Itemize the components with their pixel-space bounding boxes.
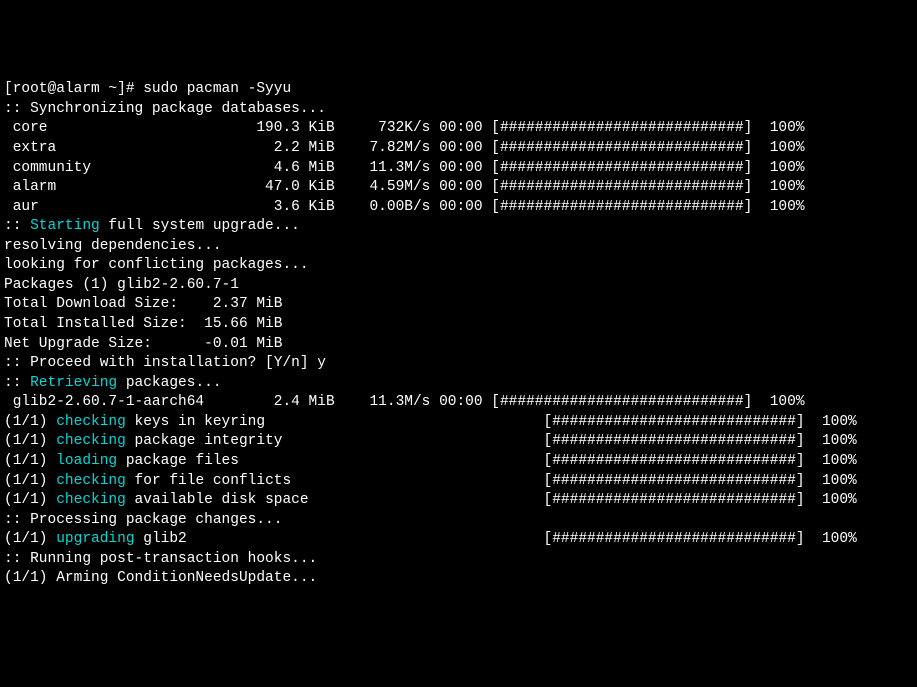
terminal-output[interactable]: [root@alarm ~]# sudo pacman -Syyu:: Sync… <box>4 80 913 589</box>
totals-line: Net Upgrade Size: -0.01 MiB <box>4 335 913 355</box>
shell-prompt: [root@alarm ~]# sudo pacman -Syyu <box>4 80 913 100</box>
hooks: :: Running post-transaction hooks... <box>4 550 913 570</box>
processing: :: Processing package changes... <box>4 511 913 531</box>
packages-line: Packages (1) glib2-2.60.7-1 <box>4 276 913 296</box>
step-row: (1/1) checking package integrity [######… <box>4 432 913 452</box>
arming: (1/1) Arming ConditionNeedsUpdate... <box>4 569 913 589</box>
step-row: (1/1) checking keys in keyring [########… <box>4 413 913 433</box>
starting-upgrade: :: Starting full system upgrade... <box>4 217 913 237</box>
looking: looking for conflicting packages... <box>4 256 913 276</box>
repo-row: core 190.3 KiB 732K/s 00:00 [###########… <box>4 119 913 139</box>
step-row: (1/1) checking available disk space [###… <box>4 491 913 511</box>
step-row: (1/1) checking for file conflicts [#####… <box>4 472 913 492</box>
repo-row: community 4.6 MiB 11.3M/s 00:00 [#######… <box>4 159 913 179</box>
totals-line: Total Download Size: 2.37 MiB <box>4 295 913 315</box>
resolving: resolving dependencies... <box>4 237 913 257</box>
upgrade-row: (1/1) upgrading glib2 [#################… <box>4 530 913 550</box>
step-row: (1/1) loading package files [###########… <box>4 452 913 472</box>
download-row: glib2-2.60.7-1-aarch64 2.4 MiB 11.3M/s 0… <box>4 393 913 413</box>
repo-row: alarm 47.0 KiB 4.59M/s 00:00 [##########… <box>4 178 913 198</box>
totals-line: Total Installed Size: 15.66 MiB <box>4 315 913 335</box>
proceed-prompt: :: Proceed with installation? [Y/n] y <box>4 354 913 374</box>
retrieving: :: Retrieving packages... <box>4 374 913 394</box>
repo-row: extra 2.2 MiB 7.82M/s 00:00 [###########… <box>4 139 913 159</box>
sync-header: :: Synchronizing package databases... <box>4 100 913 120</box>
repo-row: aur 3.6 KiB 0.00B/s 00:00 [#############… <box>4 198 913 218</box>
